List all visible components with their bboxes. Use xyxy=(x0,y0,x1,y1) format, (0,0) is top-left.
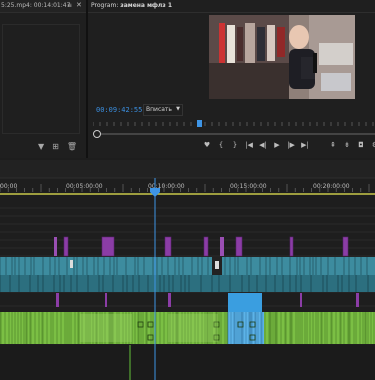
filter-icon[interactable]: ▼ xyxy=(38,142,44,151)
playhead-marker xyxy=(197,120,202,127)
playhead-handle xyxy=(150,188,160,197)
program-monitor-panel[interactable]: Program: замена мфлз 1 ≡ 00:09:42:55 Впи… xyxy=(88,0,375,158)
menu-lines-icon[interactable]: ≡ xyxy=(67,2,72,9)
settings-icon[interactable]: ⚙ xyxy=(368,141,375,149)
marker-icon[interactable]: ♥ xyxy=(200,141,214,149)
ruler-timecode-label: 00:05:00:00 xyxy=(66,183,103,190)
program-mini-ruler[interactable] xyxy=(93,120,375,128)
source-monitor-header: 5:25.mp4: 00:14:01:47 ≡ ✕ xyxy=(0,0,86,13)
video-clip xyxy=(342,236,349,257)
empty-audio-track xyxy=(0,345,375,380)
sequence-name: замена мфлз 1 xyxy=(120,2,173,9)
source-viewer-area[interactable] xyxy=(2,24,80,134)
go-to-in-icon[interactable]: |◀ xyxy=(242,141,256,149)
menu-lines-icon[interactable]: ≡ xyxy=(149,2,154,9)
audio-clip-highlight xyxy=(80,314,132,342)
close-icon[interactable]: ✕ xyxy=(76,1,82,9)
source-monitor-title: 5:25.mp4: 00:14:01:47 xyxy=(1,2,71,9)
video-clip xyxy=(56,293,59,307)
video-clip xyxy=(356,293,359,307)
source-toolbar: ▼ ⊞ 🗑 xyxy=(38,142,85,151)
clip-thumbnail xyxy=(215,261,219,269)
zoom-dropdown[interactable]: Вписать ▼ xyxy=(143,104,183,116)
video-clip xyxy=(164,236,172,257)
video-clip xyxy=(63,236,69,257)
program-monitor-header: Program: замена мфлз 1 ≡ xyxy=(88,0,375,13)
source-monitor-panel[interactable]: 5:25.mp4: 00:14:01:47 ≡ ✕ ▼ ⊞ 🗑 xyxy=(0,0,88,158)
lift-icon[interactable]: ⇞ xyxy=(326,141,340,149)
program-video-frame[interactable] xyxy=(209,15,355,99)
video-clip xyxy=(235,236,243,257)
video-clip xyxy=(203,236,209,257)
video-clip xyxy=(300,293,302,307)
video-clip xyxy=(289,236,294,257)
step-forward-icon[interactable]: |▶ xyxy=(284,141,298,149)
new-item-icon[interactable]: ⊞ xyxy=(52,142,59,151)
go-to-out-icon[interactable]: ▶| xyxy=(298,141,312,149)
video-clip xyxy=(168,293,171,307)
playhead-timecode[interactable]: 00:09:42:55 xyxy=(96,106,142,114)
video-clip xyxy=(105,293,107,307)
timeline-header-bg xyxy=(0,160,375,178)
video-clip xyxy=(101,236,115,257)
video-frame-image xyxy=(209,15,355,99)
scrub-handle[interactable] xyxy=(93,130,101,138)
chevron-down-icon: ▼ xyxy=(176,106,180,112)
ruler-timecode-label: 00:00 xyxy=(0,183,17,190)
video-clip-track xyxy=(0,275,375,292)
transport-controls: ♥{} |◀ ◀| ▶ |▶ ▶| xyxy=(200,141,312,149)
extract-icon[interactable]: ⇟ xyxy=(340,141,354,149)
mark-in-icon[interactable]: { xyxy=(214,141,228,149)
clip-thumbnail xyxy=(70,260,73,268)
audio-clip-highlight xyxy=(168,314,218,342)
video-clip-track xyxy=(0,257,375,275)
video-clip xyxy=(220,237,224,256)
export-frame-icon[interactable]: ◘ xyxy=(354,141,368,149)
mark-out-icon[interactable]: } xyxy=(228,141,242,149)
program-monitor-title: Program: замена мфлз 1 xyxy=(91,2,173,9)
step-back-icon[interactable]: ◀| xyxy=(256,141,270,149)
edit-controls: ⇞⇟◘⚙ xyxy=(326,141,375,149)
program-scrub-bar[interactable] xyxy=(93,130,375,138)
ruler-timecode-label: 00:15:00:00 xyxy=(230,183,267,190)
timeline-tracks[interactable]: 00:00 00:05:00:00 00:10:00:00 00:15:00:00 00… xyxy=(0,160,375,380)
play-icon[interactable]: ▶ xyxy=(270,141,284,149)
video-clip xyxy=(54,237,57,256)
timeline-panel[interactable]: 00:00 00:05:00:00 00:10:00:00 00:15:00:00 00… xyxy=(0,160,375,380)
trash-icon[interactable]: 🗑 xyxy=(67,142,77,151)
